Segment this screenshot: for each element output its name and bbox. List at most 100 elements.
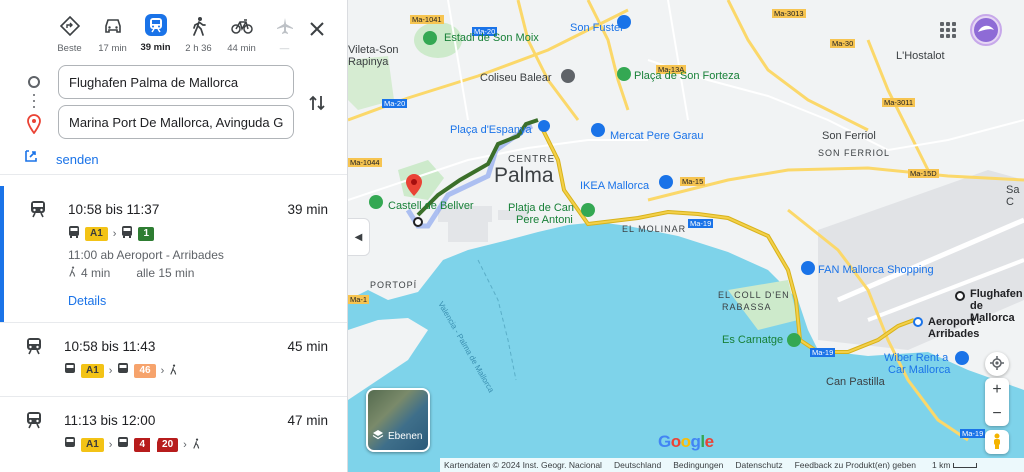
route-chain: A1 › 4 20 ›: [64, 437, 201, 452]
frequency: alle 15 min: [136, 266, 195, 280]
bus-icon: [117, 437, 129, 452]
chevron-right-icon: ›: [108, 364, 113, 377]
mode-walk[interactable]: 2 h 36: [177, 10, 220, 54]
district-label: PORTOPÍ: [370, 280, 418, 290]
footer-link[interactable]: Feedback zu Produkt(en) geben: [795, 460, 916, 470]
town-label: Son Ferriol: [822, 130, 876, 142]
poi-label: Mercat Pere Garau: [610, 130, 704, 142]
flight-icon: [273, 14, 297, 37]
bus-icon: [121, 226, 133, 241]
district-label: EL COLL D'EN: [718, 290, 790, 300]
line-badge: 46: [134, 363, 156, 378]
poi-label: Plaça d'Espanya: [450, 124, 532, 136]
road-label: Ma-19: [810, 348, 836, 357]
town-label: Vileta-Son: [348, 44, 399, 56]
route-duration: 47 min: [287, 413, 328, 428]
route-inputs: [20, 62, 340, 154]
road-label: Ma-30: [830, 39, 856, 48]
route-time: 11:13 bis 12:00: [64, 413, 156, 428]
district-label: SON FERRIOL: [818, 148, 891, 158]
mode-label: —: [279, 43, 290, 54]
poi-label: IKEA Mallorca: [580, 180, 650, 192]
car-icon: [101, 14, 125, 37]
avatar[interactable]: [970, 14, 1002, 46]
destination-field[interactable]: [58, 105, 294, 139]
road-label: Ma-1: [348, 295, 370, 304]
route-dots: [33, 94, 35, 110]
route-option-2[interactable]: 10:58 bis 11:43 45 min A1 › 46 ›: [0, 323, 347, 395]
zoom-out-button[interactable]: −: [992, 402, 1001, 426]
my-location-button[interactable]: [985, 352, 1009, 376]
transit-icon: [144, 14, 167, 36]
mode-flight[interactable]: —: [263, 10, 306, 54]
poi-label: Plaça de Son Forteza: [634, 70, 740, 82]
origin-field[interactable]: [58, 65, 294, 99]
town-label: Can Pastilla: [826, 376, 885, 388]
chevron-right-icon: ›: [183, 438, 187, 451]
send-to-phone[interactable]: senden: [24, 150, 99, 169]
details-link[interactable]: Details: [68, 294, 106, 308]
apps-grid-icon[interactable]: [940, 22, 956, 38]
route-time: 10:58 bis 11:43: [64, 339, 156, 354]
layers-button[interactable]: Ebenen: [366, 388, 430, 452]
route-duration: 39 min: [287, 202, 328, 217]
zoom-control: + −: [985, 378, 1009, 426]
send-phone-icon: [24, 150, 38, 169]
bicycle-icon: [230, 14, 254, 37]
best-route-icon: [58, 14, 82, 37]
swap-icon[interactable]: [306, 92, 328, 114]
attribution: Kartendaten © 2024 Inst. Geogr. Nacional: [444, 460, 602, 470]
route-option-1[interactable]: 10:58 bis 11:37 39 min A1 › 1 11:00 ab A…: [0, 186, 347, 322]
street-view-pegman[interactable]: [985, 430, 1009, 454]
transit-icon: [26, 411, 42, 432]
road-label: Ma-1041: [410, 15, 444, 24]
mode-transit[interactable]: 39 min: [134, 10, 177, 54]
poi-label: Coliseu Balear: [480, 72, 552, 84]
line-badge: 1: [138, 226, 155, 241]
poi-label: Estadi de Son Moix: [444, 32, 539, 44]
walk-icon: [192, 437, 201, 452]
bus-icon: [64, 437, 76, 452]
directions-panel: Beste 17 min 39 min 2 h 36 44 min — Flug…: [0, 0, 348, 472]
origin-marker-icon: [28, 76, 40, 88]
bus-icon: [68, 226, 80, 241]
poi-label: FAN Mallorca Shopping: [818, 264, 934, 276]
road-label: Ma-19: [688, 219, 714, 228]
scale-bar[interactable]: 1 km: [932, 460, 978, 470]
road-label: Ma-19: [960, 429, 986, 438]
town-label: Rapinya: [348, 56, 389, 68]
poi-label: Flughafen: [970, 288, 1023, 300]
mode-label: 17 min: [98, 43, 127, 54]
line-badge: A1: [81, 437, 104, 452]
collapse-panel-button[interactable]: ◀: [348, 218, 370, 256]
poi-label: Platja de Can: [508, 202, 575, 214]
travel-mode-bar: Beste 17 min 39 min 2 h 36 44 min —: [48, 10, 337, 54]
city-label-palma: Palma: [494, 164, 554, 187]
poi-label: Car Mallorca: [888, 364, 951, 376]
district-label: EL MOLINAR: [622, 224, 687, 234]
footer-link[interactable]: Bedingungen: [673, 460, 723, 470]
zoom-in-button[interactable]: +: [992, 378, 1001, 402]
bus-icon: [117, 363, 129, 378]
poi-label: Castell de Bellver: [388, 200, 474, 212]
departure-info: 11:00 ab Aeroport - Arribades: [68, 248, 224, 262]
close-icon[interactable]: [306, 18, 328, 40]
walk-icon: [187, 14, 211, 37]
mode-label: Beste: [57, 43, 82, 54]
poi-label: Son Fuster: [570, 22, 624, 34]
footer-link[interactable]: Deutschland: [614, 460, 661, 470]
mode-label: 44 min: [227, 43, 256, 54]
footer-link[interactable]: Datenschutz: [735, 460, 782, 470]
road-label: Ma-3013: [772, 9, 806, 18]
mode-car[interactable]: 17 min: [91, 10, 134, 54]
transit-icon: [30, 200, 46, 221]
chevron-right-icon: ›: [160, 364, 165, 377]
route-option-3[interactable]: 11:13 bis 12:00 47 min A1 › 4 20 ›: [0, 397, 347, 472]
map-canvas[interactable]: Ma-1041 Ma-20 Ma-13A Ma-3013 Ma-30 Ma-30…: [348, 0, 1024, 472]
mode-bicycle[interactable]: 44 min: [220, 10, 263, 54]
district-label: RABASSA: [722, 302, 772, 312]
poi-label: Wiber Rent a: [884, 352, 949, 364]
town-label: Sa C: [1006, 184, 1020, 208]
poi-label: Pere Antoni: [516, 214, 573, 226]
mode-best[interactable]: Beste: [48, 10, 91, 54]
